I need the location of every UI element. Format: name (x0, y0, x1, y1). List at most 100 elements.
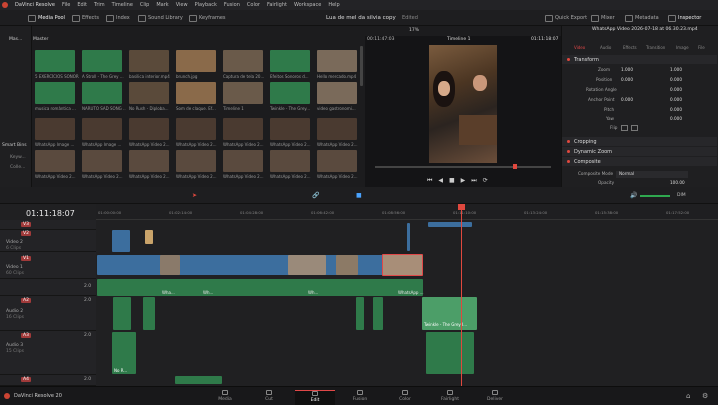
track-name-a2[interactable]: Audio 2 (6, 309, 23, 314)
menu-timeline[interactable]: Timeline (112, 2, 133, 8)
clip-thumbnail[interactable] (223, 82, 263, 104)
menu-app[interactable]: DaVinci Resolve (15, 2, 55, 8)
clip-v2[interactable] (407, 223, 410, 251)
clip-thumbnail[interactable] (35, 50, 75, 72)
rotation-value[interactable]: 0.000 (670, 87, 682, 92)
track-label-v2[interactable]: V2 (21, 231, 31, 236)
menu-color[interactable]: Color (247, 2, 260, 8)
clip-thumbnail[interactable] (270, 50, 310, 72)
menu-view[interactable]: View (176, 2, 188, 8)
menu-file[interactable]: File (62, 2, 70, 8)
page-media[interactable]: Media (205, 390, 245, 405)
clip-thumbnail[interactable] (82, 82, 122, 104)
transport-controls[interactable]: ⏮◀■▶⏭⟳ (427, 177, 494, 185)
menu-mark[interactable]: Mark (156, 2, 168, 8)
tab-video[interactable]: Video (574, 45, 585, 50)
clip-thumbnail[interactable] (270, 82, 310, 104)
keyframes-button[interactable]: Keyframes (189, 13, 226, 23)
clip-v1[interactable] (97, 255, 423, 275)
media-pool-button[interactable]: Media Pool (28, 13, 65, 23)
viewer-zoom[interactable]: 17% (409, 28, 419, 33)
anchor-x[interactable]: 0.000 (621, 97, 633, 102)
inspector-button[interactable]: Inspector (668, 13, 701, 23)
clip-thumbnail[interactable] (317, 118, 357, 140)
pitch-value[interactable]: 0.000 (670, 107, 682, 112)
pos-x[interactable]: 0.000 (621, 77, 633, 82)
menu-fusion[interactable]: Fusion (224, 2, 240, 8)
clip-thumbnail[interactable] (35, 118, 75, 140)
clip-thumbnail[interactable] (82, 50, 122, 72)
smart-bin-collections[interactable]: Colle... (10, 165, 25, 170)
clip-thumbnail[interactable] (223, 118, 263, 140)
clip-thumbnail[interactable] (223, 150, 263, 172)
metadata-button[interactable]: Metadata (625, 13, 659, 23)
track-label-a2[interactable]: A2 (21, 298, 31, 303)
bin-header[interactable]: Mas... (9, 37, 22, 42)
flag-icon[interactable]: ■ (356, 192, 362, 199)
playhead-handle[interactable] (458, 204, 465, 210)
section-cropping[interactable]: Cropping (562, 137, 717, 146)
clip-v1[interactable] (160, 255, 180, 275)
clip-a2[interactable] (373, 297, 383, 330)
index-button[interactable]: Index (106, 13, 130, 23)
opacity-value[interactable]: 100.00 (670, 180, 685, 185)
clip-thumbnail[interactable] (129, 82, 169, 104)
anchor-y[interactable]: 0.000 (670, 97, 682, 102)
clip-thumbnail[interactable] (317, 50, 357, 72)
pos-y[interactable]: 0.000 (670, 77, 682, 82)
clip-a4[interactable] (175, 376, 222, 384)
clip-thumbnail[interactable] (223, 50, 263, 72)
clip-thumbnail[interactable] (317, 82, 357, 104)
clip-thumbnail[interactable] (317, 150, 357, 172)
smart-bin-keywords[interactable]: Keyw... (10, 155, 26, 160)
track-label-a4[interactable]: A4 (21, 377, 31, 382)
clip-v2[interactable] (112, 230, 130, 252)
page-fusion[interactable]: Fusion (340, 390, 380, 405)
flip-horizontal-icon[interactable] (621, 125, 628, 131)
timeline-ruler[interactable]: 01:00:00:00 01:02:14:00 01:04:28:00 01:06:4… (96, 204, 718, 220)
menu-fairlight[interactable]: Fairlight (267, 2, 287, 8)
track-label-a3[interactable]: A3 (21, 333, 31, 338)
clip-v1-selected[interactable] (382, 254, 423, 276)
zoom-y[interactable]: 1.000 (670, 67, 682, 72)
clip-a2[interactable] (143, 297, 155, 330)
menu-trim[interactable]: Trim (94, 2, 105, 8)
scrubber-playhead[interactable] (513, 164, 517, 169)
clip-thumbnail[interactable] (270, 150, 310, 172)
menu-workspace[interactable]: Workspace (294, 2, 321, 8)
composite-mode-select[interactable]: Normal (616, 171, 688, 178)
mixer-button[interactable]: Mixer (591, 13, 615, 23)
viewer-scrubber[interactable] (375, 166, 551, 168)
tab-effects[interactable]: Effects (623, 45, 637, 50)
volume-slider[interactable] (640, 195, 670, 197)
playhead[interactable] (461, 204, 462, 386)
enable-dot-icon[interactable] (567, 150, 570, 153)
page-edit[interactable]: Edit (295, 390, 335, 405)
track-label-v1[interactable]: V1 (21, 256, 31, 261)
track-name-v1[interactable]: Video 1 (6, 265, 23, 270)
volume-icon[interactable]: 🔊 (630, 192, 637, 199)
clip-v3[interactable] (428, 222, 472, 227)
enable-dot-icon[interactable] (567, 58, 570, 61)
menu-clip[interactable]: Clip (140, 2, 149, 8)
clip-a2[interactable] (356, 297, 364, 330)
section-transform[interactable]: Transform (562, 55, 717, 64)
selection-tool-icon[interactable]: ➤ (192, 192, 197, 199)
page-fairlight[interactable]: Fairlight (430, 390, 470, 405)
clip-thumbnail[interactable] (35, 82, 75, 104)
viewer-frame[interactable] (429, 45, 497, 163)
clip-thumbnail[interactable] (129, 118, 169, 140)
track-name-a3[interactable]: Audio 3 (6, 343, 23, 348)
clip-thumbnail[interactable] (82, 118, 122, 140)
tab-file[interactable]: File (698, 45, 705, 50)
sound-library-button[interactable]: Sound Library (138, 13, 183, 23)
clip-thumbnail[interactable] (176, 150, 216, 172)
clip-a3[interactable] (426, 332, 474, 374)
home-icon[interactable]: ⌂ (686, 392, 690, 400)
timeline-name[interactable]: Timeline 1 (447, 37, 470, 42)
clip-thumbnail[interactable] (129, 50, 169, 72)
clip-thumbnail[interactable] (176, 118, 216, 140)
page-color[interactable]: Color (385, 390, 425, 405)
menu-playback[interactable]: Playback (195, 2, 217, 8)
settings-gear-icon[interactable]: ⚙ (702, 392, 708, 400)
